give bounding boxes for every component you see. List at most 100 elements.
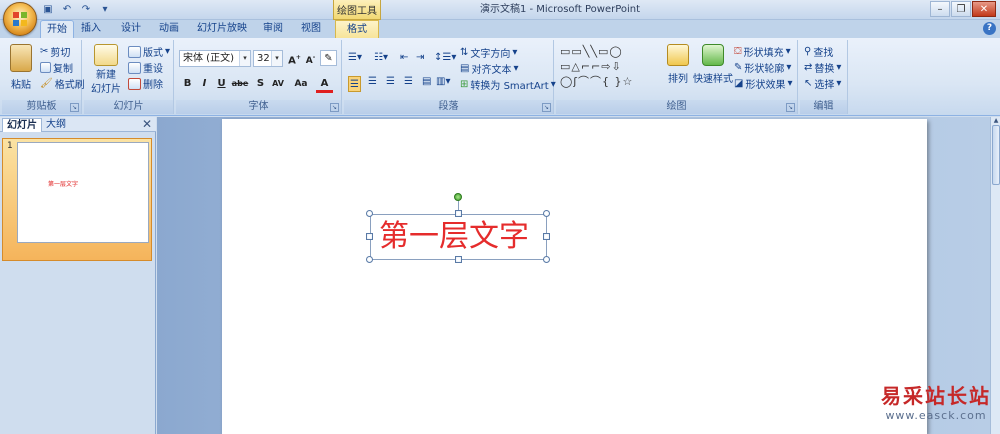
redo-icon[interactable]: ↷ [78,2,94,17]
customize-qat-icon[interactable]: ▾ [97,2,113,17]
slide-number: 1 [7,141,13,151]
select-button[interactable]: ↖ 选择 ▾ [804,76,841,91]
text-direction-button[interactable]: ⇅ 文字方向 ▾ [460,45,517,60]
shapes-gallery[interactable]: ▭▭╲╲▭◯ ▭△⌐⌐⇨⇩ ◯ʃ⌒⌒{ }☆ [560,44,656,90]
dialog-launcher-icon[interactable]: ↘ [786,103,795,112]
bold-button[interactable]: B [179,76,196,92]
shrink-font-button[interactable]: A- [302,50,319,66]
shape-fill-button[interactable]: ⛋ 形状填充 ▾ [734,44,791,59]
restore-button[interactable]: ❐ [951,1,971,17]
convert-smartart-button[interactable]: ⊞ 转换为 SmartArt ▾ [460,77,556,92]
cut-button[interactable]: ✂ 剪切 [40,44,70,59]
scissors-icon: ✂ [40,46,49,57]
reset-button[interactable]: 重设 [128,60,163,75]
slide-canvas[interactable]: 第一层文字 [222,119,927,434]
dialog-launcher-icon[interactable]: ↘ [542,103,551,112]
align-text-button[interactable]: ▤ 对齐文本 ▾ [460,61,518,76]
resize-handle-bottom-left[interactable] [366,256,373,263]
layout-button[interactable]: 版式 ▾ [128,44,170,59]
selected-textbox[interactable]: 第一层文字 [370,214,547,260]
shadow-button[interactable]: S [252,76,269,92]
slide-thumbnail-selected[interactable]: 1 第一层文字 [2,138,152,261]
watermark-text: 易采站长站 [881,384,991,408]
close-button[interactable]: ✕ [972,1,996,17]
font-name-combo[interactable]: 宋体 (正文) ▾ [179,50,251,67]
align-center-button[interactable]: ☰ [368,76,377,87]
quick-access-toolbar: ▣ ↶ ↷ ▾ [40,2,113,17]
delete-slide-button[interactable]: 删除 [128,76,163,91]
tab-home[interactable]: 开始 [40,20,74,38]
rotation-handle[interactable] [454,193,462,201]
watermark-url: www.easck.com [885,409,987,422]
scroll-up-icon[interactable]: ▲ [992,117,1000,124]
arrange-button[interactable]: 排列 [664,44,692,85]
resize-handle-right[interactable] [543,233,550,240]
paste-button[interactable]: 粘贴 [8,44,34,91]
resize-handle-left[interactable] [366,233,373,240]
tab-slides[interactable]: 幻灯片 [2,118,42,132]
window-title: 演示文稿1 - Microsoft PowerPoint [479,4,641,15]
find-button[interactable]: ⚲ 查找 [804,44,833,59]
grow-font-button[interactable]: A+ [286,50,303,66]
align-left-button[interactable]: ☰ [348,76,361,92]
tab-outline[interactable]: 大纲 [42,118,70,132]
resize-handle-top[interactable] [455,210,462,217]
increase-indent-button[interactable]: ⇥ [416,52,424,63]
shape-outline-button[interactable]: ✎ 形状轮廓 ▾ [734,60,791,75]
save-icon[interactable]: ▣ [40,2,56,17]
copy-button[interactable]: 复制 [40,60,73,75]
align-left-icon: ☰ [350,78,359,90]
clear-format-button[interactable]: ✎ [320,50,337,66]
char-spacing-button[interactable]: AV [268,76,288,92]
panel-tabs: 幻灯片 大纲 ✕ [0,117,156,132]
scrollbar-thumb[interactable] [992,125,1000,185]
resize-handle-top-left[interactable] [366,210,373,217]
slide-text[interactable]: 第一层文字 [379,220,529,254]
italic-button[interactable]: I [196,76,213,92]
shape-effects-button[interactable]: ◪ 形状效果 ▾ [734,76,792,91]
resize-handle-top-right[interactable] [543,210,550,217]
undo-icon[interactable]: ↶ [59,2,75,17]
align-right-button[interactable]: ☰ [386,76,395,87]
line-spacing-button[interactable]: ↕☰▾ [434,52,456,63]
tab-review[interactable]: 审阅 [260,20,286,38]
help-icon[interactable]: ? [983,22,996,35]
bullets-button[interactable]: ☰▾ [348,52,362,63]
group-label: 编辑 [800,100,847,114]
new-slide-icon [94,44,118,66]
decrease-indent-button[interactable]: ⇤ [400,52,408,63]
group-label: 幻灯片 [84,100,173,114]
dropdown-arrow-icon[interactable]: ▾ [239,51,250,66]
new-slide-button[interactable]: 新建 幻灯片 [88,44,124,96]
font-color-button[interactable]: A [316,76,333,93]
distribute-button[interactable]: ▤ [422,76,431,87]
office-button[interactable] [3,2,37,36]
strikethrough-button[interactable]: abe [230,76,250,92]
dialog-launcher-icon[interactable]: ↘ [330,103,339,112]
columns-button[interactable]: ▥▾ [436,76,450,87]
resize-handle-bottom-right[interactable] [543,256,550,263]
tab-animations[interactable]: 动画 [156,20,182,38]
change-case-button[interactable]: Aa [290,76,312,92]
format-painter-button[interactable]: 🖌 格式刷 [40,76,85,91]
justify-button[interactable]: ☰ [404,76,413,87]
tab-format[interactable]: 格式 [335,20,379,38]
close-panel-icon[interactable]: ✕ [142,117,152,131]
tab-slideshow[interactable]: 幻灯片放映 [196,20,248,38]
tab-design[interactable]: 设计 [118,20,144,38]
dialog-launcher-icon[interactable]: ↘ [70,103,79,112]
underline-button[interactable]: U [213,76,230,92]
align-text-icon: ▤ [460,63,470,74]
resize-handle-bottom[interactable] [455,256,462,263]
quick-styles-button[interactable]: 快速样式 [693,44,733,85]
reset-icon [128,61,141,74]
font-size-combo[interactable]: 32 ▾ [253,50,283,67]
minimize-button[interactable]: – [930,1,950,17]
tab-view[interactable]: 视图 [298,20,324,38]
dropdown-arrow-icon[interactable]: ▾ [271,51,282,66]
drawing-tools-context-title: 绘图工具 [333,0,381,20]
replace-button[interactable]: ⇄ 替换 ▾ [804,60,841,75]
numbering-button[interactable]: ☷▾ [374,52,388,63]
slide-thumbnail[interactable]: 第一层文字 [17,142,149,243]
tab-insert[interactable]: 插入 [78,20,104,38]
